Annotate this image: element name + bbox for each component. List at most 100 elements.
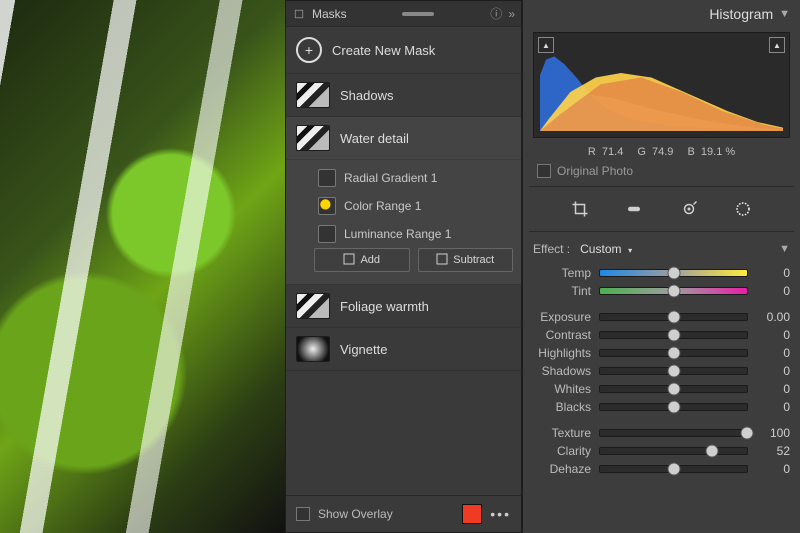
subtract-button-icon [436, 253, 448, 268]
mask-item-label: Shadows [340, 88, 393, 103]
photo-preview[interactable] [0, 0, 285, 533]
slider-knob[interactable] [667, 401, 680, 414]
add-button-label: Add [360, 254, 380, 266]
slider-temp: Temp 0 [533, 264, 790, 282]
mask-item-label: Water detail [340, 131, 409, 146]
overlay-color-swatch[interactable] [462, 504, 482, 524]
slider-dehaze: Dehaze 0 [533, 460, 790, 478]
slider-value[interactable]: 0 [756, 364, 790, 378]
slider-value[interactable]: 0 [756, 382, 790, 396]
sliders-list: Temp0Tint0Exposure0.00Contrast0Highlight… [533, 264, 790, 478]
mask-component-item[interactable]: Radial Gradient 1 [314, 164, 513, 192]
slider-label: Clarity [533, 444, 591, 458]
slider-value[interactable]: 0.00 [756, 310, 790, 324]
slider-track[interactable] [599, 367, 748, 375]
effect-preset-dropdown[interactable]: Custom ▾ [580, 242, 632, 256]
slider-track[interactable] [599, 313, 748, 321]
rgb-readout: R 71.4 G 74.9 B 19.1 % [523, 144, 800, 164]
slider-label: Blacks [533, 400, 591, 414]
masking-tool-icon[interactable] [733, 199, 753, 219]
slider-value[interactable]: 100 [756, 426, 790, 440]
collapse-icon[interactable]: » [508, 7, 515, 21]
original-photo-checkbox[interactable] [537, 164, 551, 178]
histogram-box[interactable]: ▲ ▲ [533, 32, 790, 138]
slider-knob[interactable] [667, 267, 680, 280]
slider-knob[interactable] [667, 347, 680, 360]
slider-knob[interactable] [705, 445, 718, 458]
mask-component-item[interactable]: Color Range 1 [314, 192, 513, 220]
divider [529, 186, 794, 187]
slider-track[interactable] [599, 403, 748, 411]
original-photo-toggle[interactable]: Original Photo [523, 164, 800, 184]
help-icon[interactable]: ⓘ [490, 5, 502, 22]
slider-blacks: Blacks 0 [533, 398, 790, 416]
mask-components-list: Radial Gradient 1 Color Range 1 Luminance … [286, 160, 521, 285]
slider-label: Temp [533, 266, 591, 280]
slider-track[interactable] [599, 349, 748, 357]
mask-thumbnail [296, 125, 330, 151]
pin-icon[interactable] [292, 7, 306, 21]
slider-exposure: Exposure0.00 [533, 308, 790, 326]
crop-tool-icon[interactable] [570, 199, 590, 219]
subtract-button-label: Subtract [453, 254, 494, 266]
slider-label: Dehaze [533, 462, 591, 476]
slider-knob[interactable] [667, 311, 680, 324]
slider-value[interactable]: 0 [756, 346, 790, 360]
slider-label: Shadows [533, 364, 591, 378]
histogram-header[interactable]: Histogram ▼ [523, 0, 800, 28]
slider-value[interactable]: 0 [756, 462, 790, 476]
slider-knob[interactable] [667, 285, 680, 298]
masks-panel-header[interactable]: Masks ⓘ » [286, 1, 521, 27]
healing-tool-icon[interactable] [624, 199, 644, 219]
slider-track[interactable] [599, 287, 748, 295]
subtract-button[interactable]: Subtract [418, 248, 514, 272]
mask-component-label: Color Range 1 [344, 199, 421, 213]
mask-item[interactable]: Water detail [286, 117, 521, 160]
slider-clarity: Clarity 52 [533, 442, 790, 460]
mask-item[interactable]: Foliage warmth [286, 285, 521, 328]
effect-row: Effect : Custom ▾ ▼ [533, 238, 790, 264]
drag-handle-icon[interactable] [347, 12, 491, 16]
show-overlay-checkbox[interactable] [296, 507, 310, 521]
mask-component-item[interactable]: Luminance Range 1 [314, 220, 513, 248]
slider-label: Highlights [533, 346, 591, 360]
mask-component-icon [318, 225, 336, 243]
slider-track[interactable] [599, 385, 748, 393]
slider-value[interactable]: 52 [756, 444, 790, 458]
slider-highlights: Highlights 0 [533, 344, 790, 362]
effect-label: Effect : [533, 242, 570, 256]
slider-value[interactable]: 0 [756, 328, 790, 342]
slider-knob[interactable] [667, 329, 680, 342]
slider-knob[interactable] [667, 365, 680, 378]
mask-item[interactable]: Shadows [286, 74, 521, 117]
mask-component-buttons: Add Subtract [314, 248, 513, 276]
mask-item[interactable]: Vignette [286, 328, 521, 371]
divider [529, 231, 794, 232]
chevron-down-icon: ▼ [779, 8, 790, 20]
chevron-down-icon[interactable]: ▼ [779, 243, 790, 255]
show-overlay-label: Show Overlay [318, 507, 393, 521]
slider-label: Whites [533, 382, 591, 396]
mask-thumbnail [296, 336, 330, 362]
slider-knob[interactable] [667, 383, 680, 396]
slider-value[interactable]: 0 [756, 284, 790, 298]
highlight-clip-toggle[interactable]: ▲ [769, 37, 785, 53]
slider-track[interactable] [599, 447, 748, 455]
slider-knob[interactable] [741, 427, 754, 440]
slider-track[interactable] [599, 429, 748, 437]
slider-value[interactable]: 0 [756, 400, 790, 414]
slider-tint: Tint0 [533, 282, 790, 300]
slider-track[interactable] [599, 269, 748, 277]
add-button[interactable]: Add [314, 248, 410, 272]
shadow-clip-toggle[interactable]: ▲ [538, 37, 554, 53]
slider-contrast: Contrast 0 [533, 326, 790, 344]
histogram-title: Histogram [709, 6, 773, 22]
create-new-mask-button[interactable]: + Create New Mask [286, 27, 521, 74]
slider-knob[interactable] [667, 463, 680, 476]
redeye-tool-icon[interactable] [679, 199, 699, 219]
slider-track[interactable] [599, 465, 748, 473]
slider-label: Contrast [533, 328, 591, 342]
more-options-icon[interactable]: ••• [490, 506, 511, 522]
slider-value[interactable]: 0 [756, 266, 790, 280]
slider-track[interactable] [599, 331, 748, 339]
